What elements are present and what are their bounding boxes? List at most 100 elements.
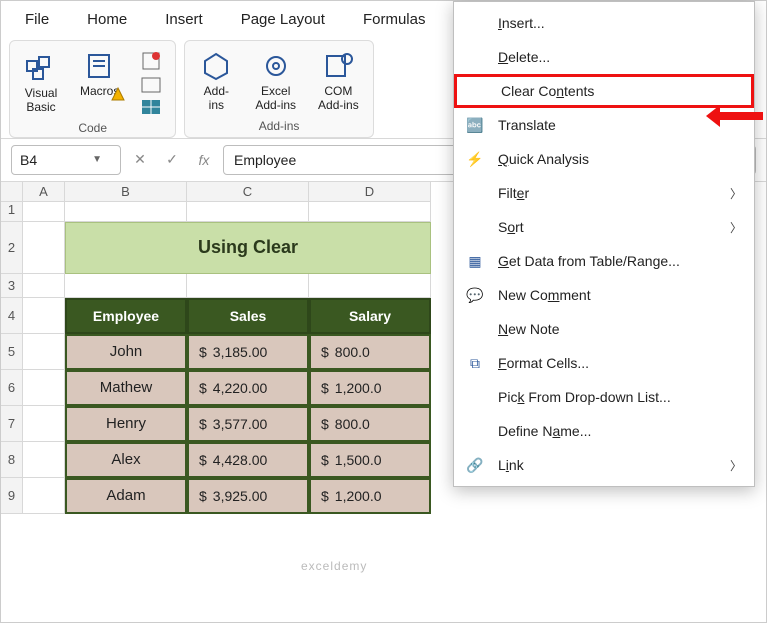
ctx-new-note[interactable]: New Note (454, 312, 754, 346)
select-all-corner[interactable] (1, 182, 23, 202)
cell[interactable] (187, 202, 309, 222)
val: 4,428.00 (213, 452, 268, 468)
tab-file[interactable]: File (15, 9, 59, 30)
macros-icon (83, 49, 117, 83)
chevron-right-icon: 〉 (730, 457, 742, 474)
table-cell[interactable]: John (65, 334, 187, 370)
ctx-clear-contents[interactable]: Clear Contents (454, 74, 754, 108)
lbl: Pick From Drop-down List... (498, 389, 742, 405)
cell[interactable] (23, 442, 65, 478)
blank-icon (467, 80, 489, 102)
cell[interactable] (23, 222, 65, 274)
accept-fx-button[interactable]: ✓ (159, 147, 185, 173)
th-employee[interactable]: Employee (65, 298, 187, 334)
val: 3,577.00 (213, 416, 268, 432)
record-icon (141, 51, 161, 71)
cell[interactable] (23, 274, 65, 298)
table-cell[interactable]: $1,500.0 (309, 442, 431, 478)
visual-basic-button[interactable]: Visual Basic (20, 49, 62, 117)
col-header-b[interactable]: B (65, 182, 187, 202)
ctx-pick-dropdown[interactable]: Pick From Drop-down List... (454, 380, 754, 414)
tab-page-layout[interactable]: Page Layout (231, 9, 335, 30)
format-cells-icon: ⧉ (464, 352, 486, 374)
title-banner[interactable]: Using Clear (65, 222, 431, 274)
lbl: ormat Cells... (507, 355, 589, 371)
lbl: nsert... (502, 15, 545, 31)
references-icon (141, 77, 161, 93)
val: 800.0 (335, 344, 370, 360)
ctx-link[interactable]: 🔗Link〉 (454, 448, 754, 482)
table-cell[interactable]: $1,200.0 (309, 478, 431, 514)
group-addins: Add- ins Excel Add-ins COM Add-ins Add-i… (184, 40, 373, 138)
cell[interactable] (23, 334, 65, 370)
row-header-1[interactable]: 1 (1, 202, 23, 222)
col-header-c[interactable]: C (187, 182, 309, 202)
th-sales[interactable]: Sales (187, 298, 309, 334)
cell[interactable] (309, 274, 431, 298)
ctx-define-name[interactable]: Define Name... (454, 414, 754, 448)
cell[interactable] (309, 202, 431, 222)
table-cell[interactable]: Adam (65, 478, 187, 514)
val: 3,185.00 (213, 344, 268, 360)
lbl: Link (498, 457, 718, 473)
col-header-d[interactable]: D (309, 182, 431, 202)
cell[interactable] (187, 274, 309, 298)
com-addins-button[interactable]: COM Add-ins (314, 47, 363, 115)
lbl: elete... (508, 49, 550, 65)
row-header-8[interactable]: 8 (1, 442, 23, 478)
record-macro-button[interactable] (137, 49, 165, 117)
ctx-filter[interactable]: Filter〉 (454, 176, 754, 210)
blank-icon (464, 12, 486, 34)
lbl: ew Note (508, 321, 559, 337)
ctx-delete[interactable]: Delete... (454, 40, 754, 74)
table-cell[interactable]: $800.0 (309, 334, 431, 370)
row-header-7[interactable]: 7 (1, 406, 23, 442)
tab-insert[interactable]: Insert (155, 9, 213, 30)
cell[interactable] (23, 406, 65, 442)
ctx-quick-analysis[interactable]: ⚡Quick Analysis (454, 142, 754, 176)
cell[interactable] (23, 202, 65, 222)
ctx-sort[interactable]: Sort〉 (454, 210, 754, 244)
cell[interactable] (23, 370, 65, 406)
tab-home[interactable]: Home (77, 9, 137, 30)
cell[interactable] (65, 202, 187, 222)
excel-addins-button[interactable]: Excel Add-ins (251, 47, 300, 115)
table-cell[interactable]: $1,200.0 (309, 370, 431, 406)
name-box[interactable]: B4▼ (11, 145, 121, 175)
table-cell[interactable]: Mathew (65, 370, 187, 406)
row-header-4[interactable]: 4 (1, 298, 23, 334)
addins-button[interactable]: Add- ins (195, 47, 237, 115)
table-cell[interactable]: $3,185.00 (187, 334, 309, 370)
row-header-2[interactable]: 2 (1, 222, 23, 274)
cell[interactable] (23, 298, 65, 334)
ctx-new-comment[interactable]: 💬New Comment (454, 278, 754, 312)
table-cell[interactable]: $800.0 (309, 406, 431, 442)
ctx-get-data[interactable]: ▦Get Data from Table/Range... (454, 244, 754, 278)
table-icon: ▦ (464, 250, 486, 272)
row-header-6[interactable]: 6 (1, 370, 23, 406)
th-salary[interactable]: Salary (309, 298, 431, 334)
table-cell[interactable]: $4,428.00 (187, 442, 309, 478)
cancel-fx-button[interactable]: ✕ (127, 147, 153, 173)
ctx-insert[interactable]: Insert... (454, 6, 754, 40)
table-cell[interactable]: Henry (65, 406, 187, 442)
table-cell[interactable]: $3,925.00 (187, 478, 309, 514)
row-header-3[interactable]: 3 (1, 274, 23, 298)
cell[interactable] (65, 274, 187, 298)
group-addins-label: Add-ins (195, 119, 362, 133)
table-cell[interactable]: $4,220.00 (187, 370, 309, 406)
lbl: Define Name... (498, 423, 742, 439)
row-header-9[interactable]: 9 (1, 478, 23, 514)
cell[interactable] (23, 478, 65, 514)
col-header-a[interactable]: A (23, 182, 65, 202)
fx-icon[interactable]: fx (191, 147, 217, 173)
ctx-format-cells[interactable]: ⧉Format Cells... (454, 346, 754, 380)
blank-icon (464, 386, 486, 408)
lbl: New Comment (498, 287, 742, 303)
table-cell[interactable]: Alex (65, 442, 187, 478)
table-cell[interactable]: $3,577.00 (187, 406, 309, 442)
macros-button[interactable]: Macros (76, 47, 123, 117)
row-header-5[interactable]: 5 (1, 334, 23, 370)
chevron-right-icon: 〉 (730, 219, 742, 236)
tab-formulas[interactable]: Formulas (353, 9, 436, 30)
